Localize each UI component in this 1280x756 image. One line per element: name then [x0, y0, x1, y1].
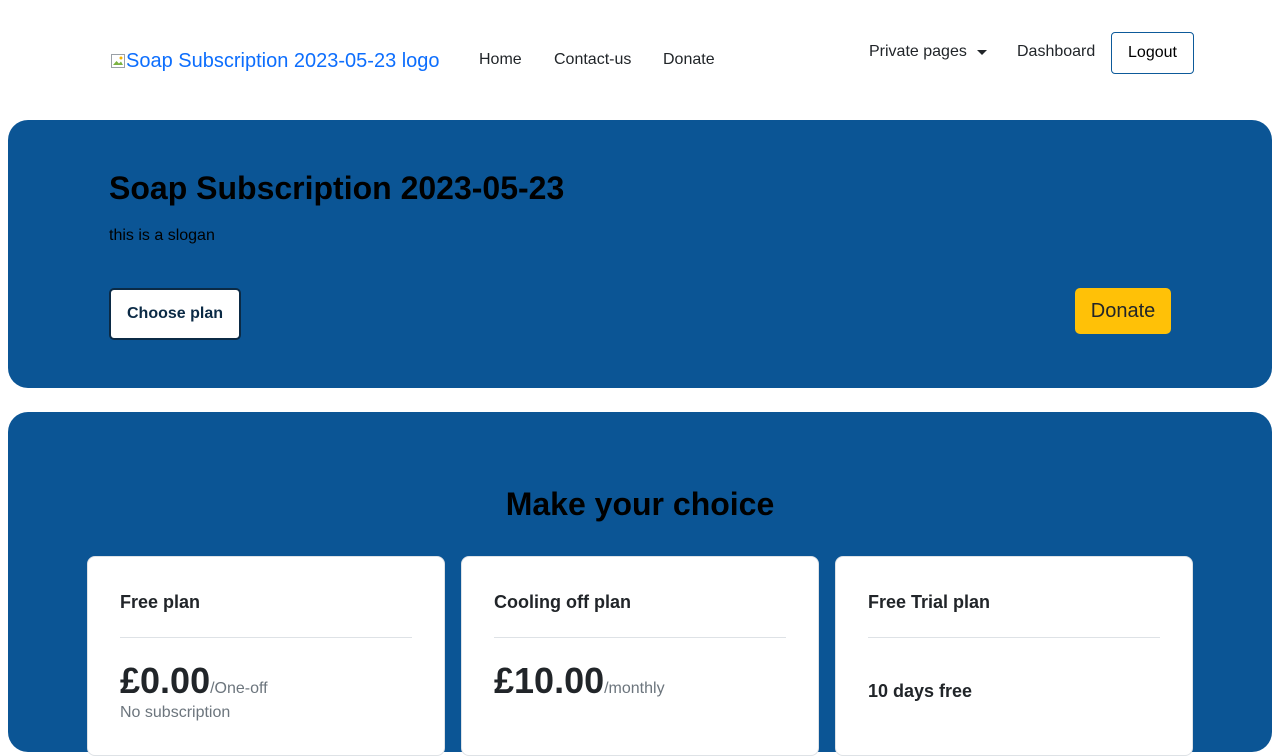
navbar: Soap Subscription 2023-05-23 logo Home C… [0, 0, 1280, 110]
nav-dashboard[interactable]: Dashboard [1017, 42, 1095, 62]
plan-card-free-trial: Free Trial plan 10 days free [835, 556, 1193, 756]
hero-title: Soap Subscription 2023-05-23 [109, 170, 565, 206]
plan-price: £0.00 [120, 660, 211, 701]
choose-plan-button[interactable]: Choose plan [109, 288, 241, 340]
plan-name: Free Trial plan [868, 592, 991, 612]
plan-name: Free plan [120, 592, 201, 612]
plan-trial-duration: 10 days free [868, 681, 973, 701]
plan-divider [120, 637, 412, 638]
plan-divider [868, 637, 1160, 638]
plan-card-cooling-off: Cooling off plan £10.00 /monthly [461, 556, 819, 756]
nav-donate[interactable]: Donate [663, 50, 715, 70]
hero-donate-button[interactable]: Donate [1075, 288, 1171, 334]
plan-divider [494, 637, 786, 638]
plan-note: No subscription [120, 704, 231, 721]
plan-period: /One-off [210, 680, 268, 697]
plan-period: /monthly [604, 680, 665, 697]
plan-price-row: £0.00 /One-off [120, 661, 268, 701]
plan-name: Cooling off plan [494, 592, 631, 612]
logout-button[interactable]: Logout [1111, 32, 1194, 74]
plans-section: Make your choice Free plan £0.00 /One-of… [8, 412, 1272, 756]
plan-price-row: £10.00 /monthly [494, 661, 665, 701]
caret-down-icon [976, 49, 987, 55]
brand-logo-alt-text: Soap Subscription 2023-05-23 logo [126, 50, 440, 72]
hero-section: Soap Subscription 2023-05-23 this is a s… [8, 120, 1272, 388]
plan-card-free: Free plan £0.00 /One-off No subscription [87, 556, 445, 756]
nav-home[interactable]: Home [479, 50, 522, 70]
nav-private-pages-label: Private pages [869, 43, 967, 60]
nav-private-pages-dropdown[interactable]: Private pages [869, 42, 987, 62]
plan-price: £10.00 [494, 660, 605, 701]
hero-slogan: this is a slogan [109, 227, 215, 244]
plans-title: Make your choice [505, 486, 775, 522]
nav-contact-us[interactable]: Contact-us [554, 50, 631, 70]
broken-image-icon [110, 50, 126, 68]
brand-logo-link[interactable]: Soap Subscription 2023-05-23 logo [110, 48, 440, 74]
